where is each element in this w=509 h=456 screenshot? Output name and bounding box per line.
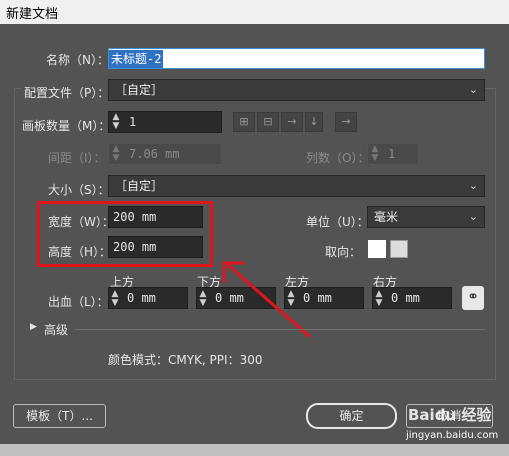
name-input[interactable]: 未标题-2 — [108, 48, 485, 69]
watermark-url: jingyan.baidu.com — [406, 430, 499, 441]
baidu-watermark: Baidu 经验 — [408, 406, 492, 424]
bleed-right-value: 0 mm — [391, 291, 420, 305]
stepper-icon[interactable]: ▲ ▼ — [111, 113, 121, 131]
size-select[interactable]: ［自定］ ⌄ — [108, 175, 485, 197]
stepper-icon[interactable]: ▲ ▼ — [110, 290, 120, 308]
bleed-label: 出血（L）： — [48, 295, 109, 309]
bleed-top-value: 0 mm — [127, 291, 156, 305]
portrait-icon[interactable] — [368, 240, 386, 258]
bleed-top-input[interactable]: 0 mm — [108, 287, 188, 309]
stepper-icon: ▲ ▼ — [371, 144, 379, 163]
spacing-label: 间距（I）： — [48, 151, 106, 165]
arrange-by-row-icon[interactable]: → — [281, 112, 303, 132]
arrow-shaft — [227, 263, 311, 339]
bottom-strip — [0, 444, 509, 456]
annotation-arrow — [222, 261, 311, 339]
highlight-box — [37, 201, 213, 267]
profile-label: 配置文件（P）： — [22, 84, 112, 101]
arrow-head — [222, 261, 244, 283]
units-select[interactable]: 毫米 ⌄ — [367, 206, 485, 228]
advanced-toggle[interactable]: 高级 — [44, 321, 68, 338]
orientation-label: 取向： — [325, 245, 362, 259]
expand-triangle-icon[interactable]: ▶ — [30, 322, 37, 332]
landscape-icon[interactable] — [390, 240, 408, 258]
profile-select[interactable]: ［自定］ ⌄ — [108, 79, 485, 101]
columns-value: 1 — [388, 147, 396, 161]
divider — [74, 329, 486, 330]
chevron-down-icon: ⌄ — [468, 210, 478, 223]
stepper-icon[interactable]: ▲ ▼ — [374, 290, 384, 308]
size-select-value: ［自定］ — [115, 179, 164, 193]
artboards-input[interactable]: 1 — [108, 111, 222, 133]
window-title-bar: 新建文档 — [0, 0, 509, 24]
artboards-value: 1 — [129, 115, 137, 129]
name-input-value: 未标题-2 — [109, 50, 164, 68]
size-label: 大小（S）： — [48, 183, 110, 197]
artboards-label: 画板数量（M）： — [22, 119, 111, 133]
profile-select-value: ［自定］ — [115, 83, 164, 97]
layout-direction-icon[interactable]: → — [335, 112, 357, 132]
stepper-icon: ▲ ▼ — [112, 144, 120, 163]
window-title: 新建文档 — [6, 7, 59, 22]
chevron-down-icon: ⌄ — [468, 83, 478, 96]
spacing-input[interactable]: 7.06 mm — [108, 143, 222, 165]
units-label: 单位（U）： — [306, 215, 369, 229]
grid-by-row-icon[interactable]: ⊞ — [233, 112, 255, 132]
grid-by-column-icon[interactable]: ⊟ — [257, 112, 279, 132]
chevron-down-icon: ⌄ — [468, 179, 478, 192]
spacing-value: 7.06 mm — [129, 147, 180, 161]
link-bleed-icon[interactable]: ⚭ — [462, 286, 484, 310]
units-select-value: 毫米 — [374, 210, 399, 224]
templates-button[interactable]: 模板（T）... — [13, 404, 106, 428]
columns-label: 列数（O）： — [306, 151, 370, 165]
bleed-right-input[interactable]: 0 mm — [372, 287, 452, 309]
stepper-icon[interactable]: ▲ ▼ — [198, 290, 208, 308]
color-mode-text: 颜色模式：CMYK, PPI：300 — [108, 353, 263, 367]
name-label: 名称（N）： — [46, 53, 109, 67]
ok-button[interactable]: 确定 — [306, 403, 397, 429]
arrange-by-column-icon[interactable]: ↓ — [305, 112, 323, 132]
